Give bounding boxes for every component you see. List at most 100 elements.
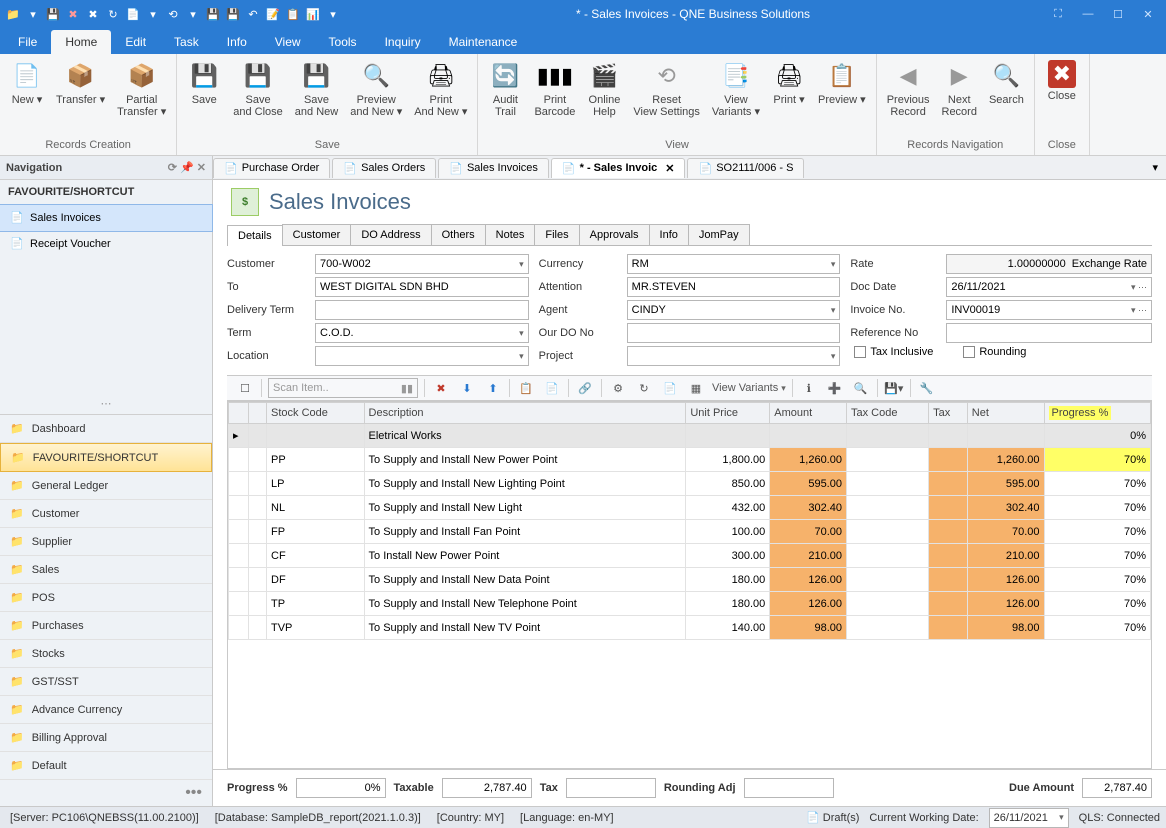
col-header[interactable] (249, 403, 267, 424)
ref-input[interactable] (946, 323, 1152, 343)
qat-btn[interactable]: ↻ (104, 5, 122, 23)
move-down-icon[interactable]: ⬇ (457, 378, 477, 398)
fav-item-receipt-voucher[interactable]: 📄Receipt Voucher (0, 231, 212, 257)
invoice-input[interactable]: INV00019▾ ⋯ (946, 300, 1152, 320)
ribbon-view-variants-button[interactable]: 📑ViewVariants ▾ (706, 56, 766, 137)
nav-section-general-ledger[interactable]: 📁General Ledger (0, 472, 212, 500)
ribbon-save-button[interactable]: 💾Save (181, 56, 227, 137)
menu-maintenance[interactable]: Maintenance (435, 30, 532, 54)
menu-inquiry[interactable]: Inquiry (371, 30, 435, 54)
nav-section-dashboard[interactable]: 📁Dashboard (0, 415, 212, 443)
qat-btn[interactable]: ↶ (244, 5, 262, 23)
ribbon-save-and-new-button[interactable]: 💾Saveand New (289, 56, 344, 137)
qat-btn[interactable]: ▾ (24, 5, 42, 23)
ribbon-print-button[interactable]: 🖨Print ▾ (766, 56, 812, 137)
customer-select[interactable]: 700-W002▾ (315, 254, 529, 274)
nav-section-advance-currency[interactable]: 📁Advance Currency (0, 696, 212, 724)
qat-btn[interactable]: ▾ (324, 5, 342, 23)
link-icon[interactable]: 🔗 (575, 378, 595, 398)
doc-icon[interactable]: 📄 (660, 378, 680, 398)
docdate-input[interactable]: 26/11/2021▾ ⋯ (946, 277, 1152, 297)
qat-btn[interactable]: ✖ (84, 5, 102, 23)
menu-home[interactable]: Home (51, 30, 111, 54)
location-select[interactable]: ▾ (315, 346, 529, 366)
qat-btn[interactable]: ▾ (144, 5, 162, 23)
form-tab-info[interactable]: Info (649, 224, 689, 245)
fav-item-sales-invoices[interactable]: 📄Sales Invoices (0, 204, 213, 232)
gear-icon[interactable]: ⚙ (608, 378, 628, 398)
drafts-button[interactable]: 📄 Draft(s) (806, 811, 859, 824)
ribbon-online-help-button[interactable]: 🎬OnlineHelp (581, 56, 627, 137)
col-header[interactable]: Description (364, 403, 686, 424)
form-tab-customer[interactable]: Customer (282, 224, 352, 245)
currency-select[interactable]: RM▾ (627, 254, 841, 274)
restore-icon[interactable]: ⛶ (1044, 4, 1072, 24)
ribbon-search-button[interactable]: 🔍Search (983, 56, 1030, 137)
info-icon[interactable]: ℹ (799, 378, 819, 398)
save-grid-icon[interactable]: 💾▾ (884, 378, 904, 398)
move-up-icon[interactable]: ⬆ (483, 378, 503, 398)
qat-btn[interactable]: 📊 (304, 5, 322, 23)
form-tab-details[interactable]: Details (227, 225, 283, 246)
qat-btn[interactable]: ⟲ (164, 5, 182, 23)
menu-info[interactable]: Info (213, 30, 261, 54)
table-row[interactable]: PPTo Supply and Install New Power Point1… (229, 448, 1151, 472)
qat-btn[interactable]: 📋 (284, 5, 302, 23)
ribbon-print-barcode-button[interactable]: ▮▮▮PrintBarcode (528, 56, 581, 137)
view-variants-button[interactable]: View Variants▾ (712, 378, 786, 398)
qat-btn[interactable]: ▾ (184, 5, 202, 23)
nav-section-billing-approval[interactable]: 📁Billing Approval (0, 724, 212, 752)
rounding-checkbox[interactable]: Rounding (963, 346, 1026, 358)
doctab[interactable]: 📄Sales Invoices (438, 158, 549, 178)
add-icon[interactable]: ➕ (825, 378, 845, 398)
layout-icon[interactable]: ▦ (686, 378, 706, 398)
nav-section-gst-sst[interactable]: 📁GST/SST (0, 668, 212, 696)
attention-input[interactable] (627, 277, 841, 297)
agent-select[interactable]: CINDY▾ (627, 300, 841, 320)
select-all-icon[interactable]: ☐ (235, 378, 255, 398)
nav-section-purchases[interactable]: 📁Purchases (0, 612, 212, 640)
nav-section-customer[interactable]: 📁Customer (0, 500, 212, 528)
ribbon-close-button[interactable]: ✖Close (1039, 56, 1085, 137)
tabs-overflow[interactable]: ▾ (1144, 161, 1166, 174)
menu-view[interactable]: View (261, 30, 315, 54)
doctab[interactable]: 📄Purchase Order (213, 158, 330, 178)
table-row[interactable]: TPTo Supply and Install New Telephone Po… (229, 592, 1151, 616)
ribbon-print-and-new-button[interactable]: 🖨PrintAnd New ▾ (408, 56, 473, 137)
to-input[interactable] (315, 277, 529, 297)
refresh-icon[interactable]: ↻ (634, 378, 654, 398)
form-tab-files[interactable]: Files (534, 224, 579, 245)
scan-item-input[interactable]: Scan Item..▮▮ (268, 378, 418, 398)
qat-btn[interactable]: 📝 (264, 5, 282, 23)
col-header[interactable]: Amount (770, 403, 847, 424)
form-tab-approvals[interactable]: Approvals (579, 224, 650, 245)
table-row[interactable]: FPTo Supply and Install Fan Point100.007… (229, 520, 1151, 544)
ribbon-preview-button[interactable]: 📋Preview ▾ (812, 56, 872, 137)
binoculars-icon[interactable]: 🔍 (851, 378, 871, 398)
qat-btn[interactable]: 📁 (4, 5, 22, 23)
menu-edit[interactable]: Edit (111, 30, 160, 54)
ribbon-preview-and-new-button[interactable]: 🔍Previewand New ▾ (344, 56, 408, 137)
col-header[interactable]: Tax (929, 403, 968, 424)
qat-btn[interactable]: 💾 (44, 5, 62, 23)
col-header[interactable]: Tax Code (846, 403, 928, 424)
doctab[interactable]: 📄SO2111/006 - S (687, 158, 804, 178)
col-header[interactable] (229, 403, 249, 424)
table-row[interactable]: TVPTo Supply and Install New TV Point140… (229, 616, 1151, 640)
tax-inclusive-checkbox[interactable]: Tax Inclusive (854, 346, 933, 358)
doctab[interactable]: 📄* - Sales Invoic✕ (551, 158, 686, 178)
menu-file[interactable]: File (4, 30, 51, 54)
qat-btn[interactable]: 💾 (224, 5, 242, 23)
nav-section-pos[interactable]: 📁POS (0, 584, 212, 612)
table-row[interactable]: LPTo Supply and Install New Lighting Poi… (229, 472, 1151, 496)
table-row[interactable]: DFTo Supply and Install New Data Point18… (229, 568, 1151, 592)
ribbon-new-button[interactable]: 📄New ▾ (4, 56, 50, 137)
paste-icon[interactable]: 📄 (542, 378, 562, 398)
close-icon[interactable]: ✕ (1134, 4, 1162, 24)
nav-section-supplier[interactable]: 📁Supplier (0, 528, 212, 556)
form-tab-others[interactable]: Others (431, 224, 486, 245)
nav-resize-handle[interactable]: ⋯ (0, 393, 212, 414)
customize-icon[interactable]: 🔧 (917, 378, 937, 398)
form-tab-do-address[interactable]: DO Address (350, 224, 431, 245)
ribbon-save-and-close-button[interactable]: 💾Saveand Close (227, 56, 289, 137)
